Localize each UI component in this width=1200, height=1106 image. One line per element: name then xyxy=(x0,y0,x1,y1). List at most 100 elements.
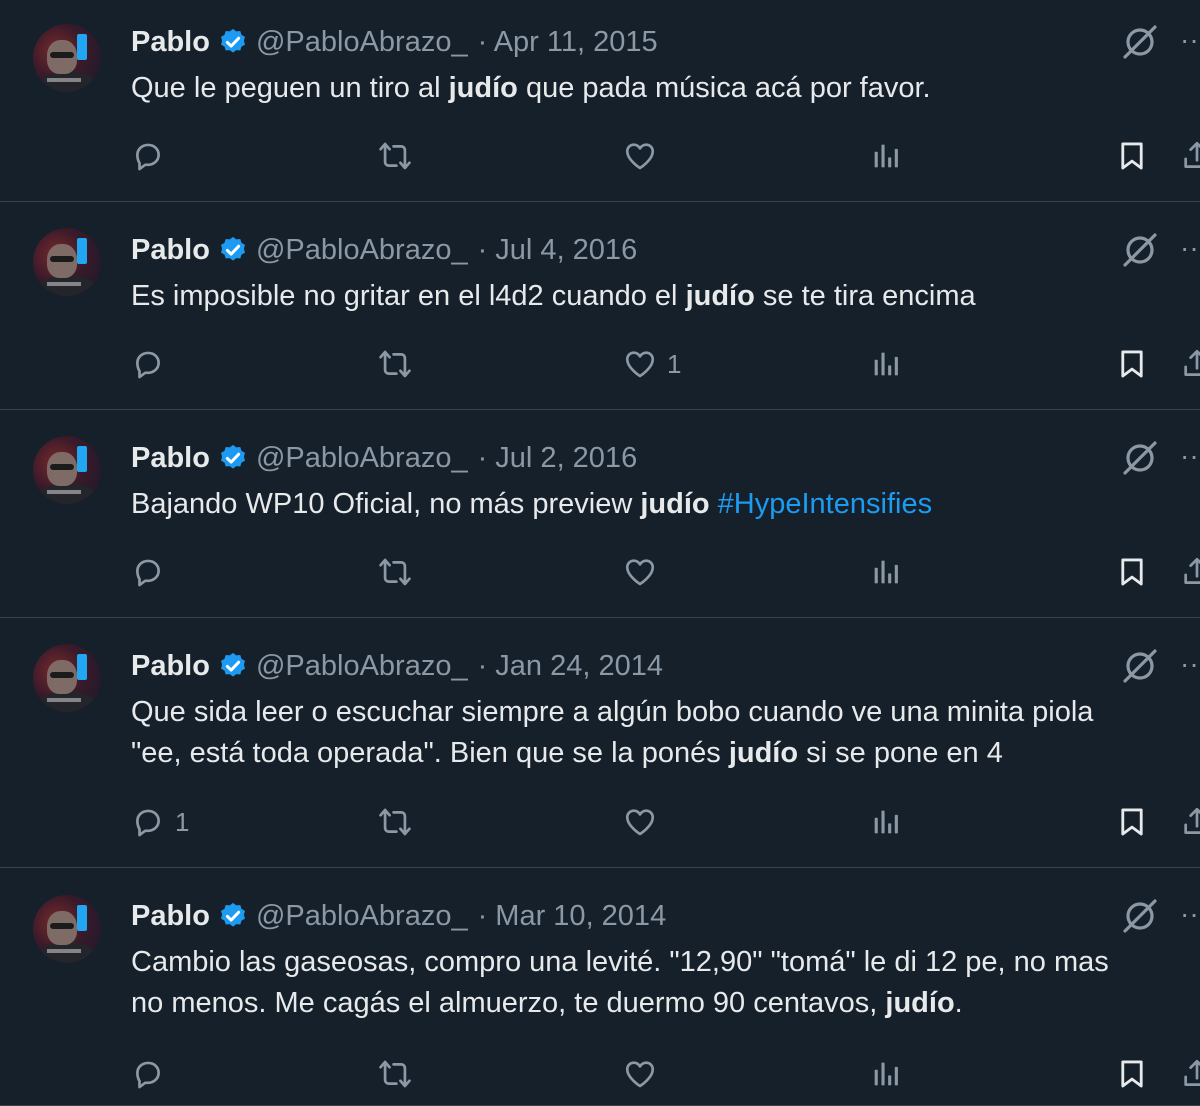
retweet-button[interactable] xyxy=(378,555,412,589)
highlighted-word: judío xyxy=(728,737,799,769)
like-button[interactable] xyxy=(623,805,657,839)
share-button[interactable] xyxy=(1180,555,1200,589)
share-button[interactable] xyxy=(1180,139,1200,173)
share-icon xyxy=(1180,1057,1200,1091)
author-handle[interactable]: @PabloAbrazo_ xyxy=(256,26,468,59)
tweet-text-segment: Que le peguen un tiro al xyxy=(131,72,449,104)
reply-button[interactable] xyxy=(131,555,165,589)
verified-badge-icon[interactable] xyxy=(218,443,248,473)
author-name[interactable]: Pablo xyxy=(131,26,210,59)
author-name[interactable]: Pablo xyxy=(131,234,210,267)
retweet-icon xyxy=(378,347,412,381)
retweet-button[interactable] xyxy=(378,139,412,173)
like-icon xyxy=(623,347,657,381)
tweet-header: Pablo @PabloAbrazo_ · Mar 10, 2014 xyxy=(131,898,666,934)
tweet-text-segment: que pada música acá por favor. xyxy=(517,72,931,104)
grok-icon[interactable] xyxy=(1120,896,1160,936)
avatar[interactable] xyxy=(33,436,101,504)
tweet-text-segment: Es imposible no gritar en el l4d2 cuando… xyxy=(131,280,686,312)
verified-badge-icon[interactable] xyxy=(218,901,248,931)
verified-badge-icon[interactable] xyxy=(218,27,248,57)
author-handle[interactable]: @PabloAbrazo_ xyxy=(256,900,468,933)
avatar[interactable] xyxy=(33,895,101,963)
reply-icon xyxy=(131,555,165,589)
author-handle[interactable]: @PabloAbrazo_ xyxy=(256,442,468,475)
grok-icon[interactable] xyxy=(1120,438,1160,478)
author-handle[interactable]: @PabloAbrazo_ xyxy=(256,234,468,267)
more-icon[interactable]: ·· xyxy=(1180,228,1200,268)
views-icon xyxy=(869,1057,903,1091)
tweet-text: Que sida leer o escuchar siempre a algún… xyxy=(131,692,1200,774)
tweet-date[interactable]: · Apr 11, 2015 xyxy=(478,26,658,59)
tweet-text: Es imposible no gritar en el l4d2 cuando… xyxy=(131,276,1200,317)
tweet-text: Cambio las gaseosas, compro una levité. … xyxy=(131,942,1200,1024)
reply-button[interactable] xyxy=(131,139,165,173)
tweet-text-segment: . xyxy=(954,987,963,1019)
author-handle[interactable]: @PabloAbrazo_ xyxy=(256,650,468,683)
like-button[interactable] xyxy=(623,555,657,589)
retweet-button[interactable] xyxy=(378,347,412,381)
views-icon xyxy=(869,139,903,173)
like-button[interactable]: 1 xyxy=(623,347,681,381)
bookmark-button[interactable] xyxy=(1115,555,1149,589)
tweet-text-segment: Cambio las gaseosas, compro una levité. … xyxy=(131,946,1109,978)
reply-button[interactable] xyxy=(131,1057,165,1091)
reply-count: 1 xyxy=(175,806,190,837)
author-name[interactable]: Pablo xyxy=(131,900,210,933)
like-icon xyxy=(623,139,657,173)
reply-icon xyxy=(131,139,165,173)
tweet-date[interactable]: · Jul 2, 2016 xyxy=(478,442,638,475)
views-button[interactable] xyxy=(869,139,903,173)
retweet-button[interactable] xyxy=(378,805,412,839)
like-button[interactable] xyxy=(623,139,657,173)
bookmark-button[interactable] xyxy=(1115,805,1149,839)
verified-badge-icon[interactable] xyxy=(218,235,248,265)
tweet-date[interactable]: · Mar 10, 2014 xyxy=(478,900,667,933)
grok-icon[interactable] xyxy=(1120,22,1160,62)
reply-button[interactable]: 1 xyxy=(131,805,189,839)
grok-icon[interactable] xyxy=(1120,230,1160,270)
avatar[interactable] xyxy=(33,228,101,296)
tweet-text-segment: se te tira encima xyxy=(754,280,976,312)
views-icon xyxy=(869,805,903,839)
author-name[interactable]: Pablo xyxy=(131,442,210,475)
share-button[interactable] xyxy=(1180,805,1200,839)
views-button[interactable] xyxy=(869,347,903,381)
views-button[interactable] xyxy=(869,555,903,589)
bookmark-button[interactable] xyxy=(1115,347,1149,381)
bookmark-icon xyxy=(1115,139,1149,173)
retweet-icon xyxy=(378,139,412,173)
bookmark-button[interactable] xyxy=(1115,139,1149,173)
grok-icon[interactable] xyxy=(1120,646,1160,686)
bookmark-icon xyxy=(1115,1057,1149,1091)
hashtag-link[interactable]: #HypeIntensifies xyxy=(718,488,932,520)
share-button[interactable] xyxy=(1180,347,1200,381)
retweet-button[interactable] xyxy=(378,1057,412,1091)
share-icon xyxy=(1180,805,1200,839)
reply-button[interactable] xyxy=(131,347,165,381)
like-button[interactable] xyxy=(623,1057,657,1091)
reply-icon xyxy=(131,1057,165,1091)
more-icon[interactable]: ·· xyxy=(1180,644,1200,684)
tweet-date[interactable]: · Jan 24, 2014 xyxy=(478,650,663,683)
more-icon[interactable]: ·· xyxy=(1180,20,1200,60)
views-button[interactable] xyxy=(869,805,903,839)
verified-badge-icon[interactable] xyxy=(218,651,248,681)
avatar[interactable] xyxy=(33,644,101,712)
bookmark-button[interactable] xyxy=(1115,1057,1149,1091)
views-button[interactable] xyxy=(869,1057,903,1091)
tweet-text-segment: Que sida leer o escuchar siempre a algún… xyxy=(131,696,1094,728)
like-count: 1 xyxy=(667,348,682,379)
reply-icon xyxy=(131,347,165,381)
author-name[interactable]: Pablo xyxy=(131,650,210,683)
retweet-icon xyxy=(378,555,412,589)
views-icon xyxy=(869,347,903,381)
tweet-text: Que le peguen un tiro al judío que pada … xyxy=(131,68,1200,109)
avatar[interactable] xyxy=(33,24,101,92)
more-icon[interactable]: ·· xyxy=(1180,436,1200,476)
tweet-header: Pablo @PabloAbrazo_ · Jan 24, 2014 xyxy=(131,648,663,684)
tweet-date[interactable]: · Jul 4, 2016 xyxy=(478,234,638,267)
more-icon[interactable]: ·· xyxy=(1180,894,1200,934)
share-button[interactable] xyxy=(1180,1057,1200,1091)
share-icon xyxy=(1180,139,1200,173)
